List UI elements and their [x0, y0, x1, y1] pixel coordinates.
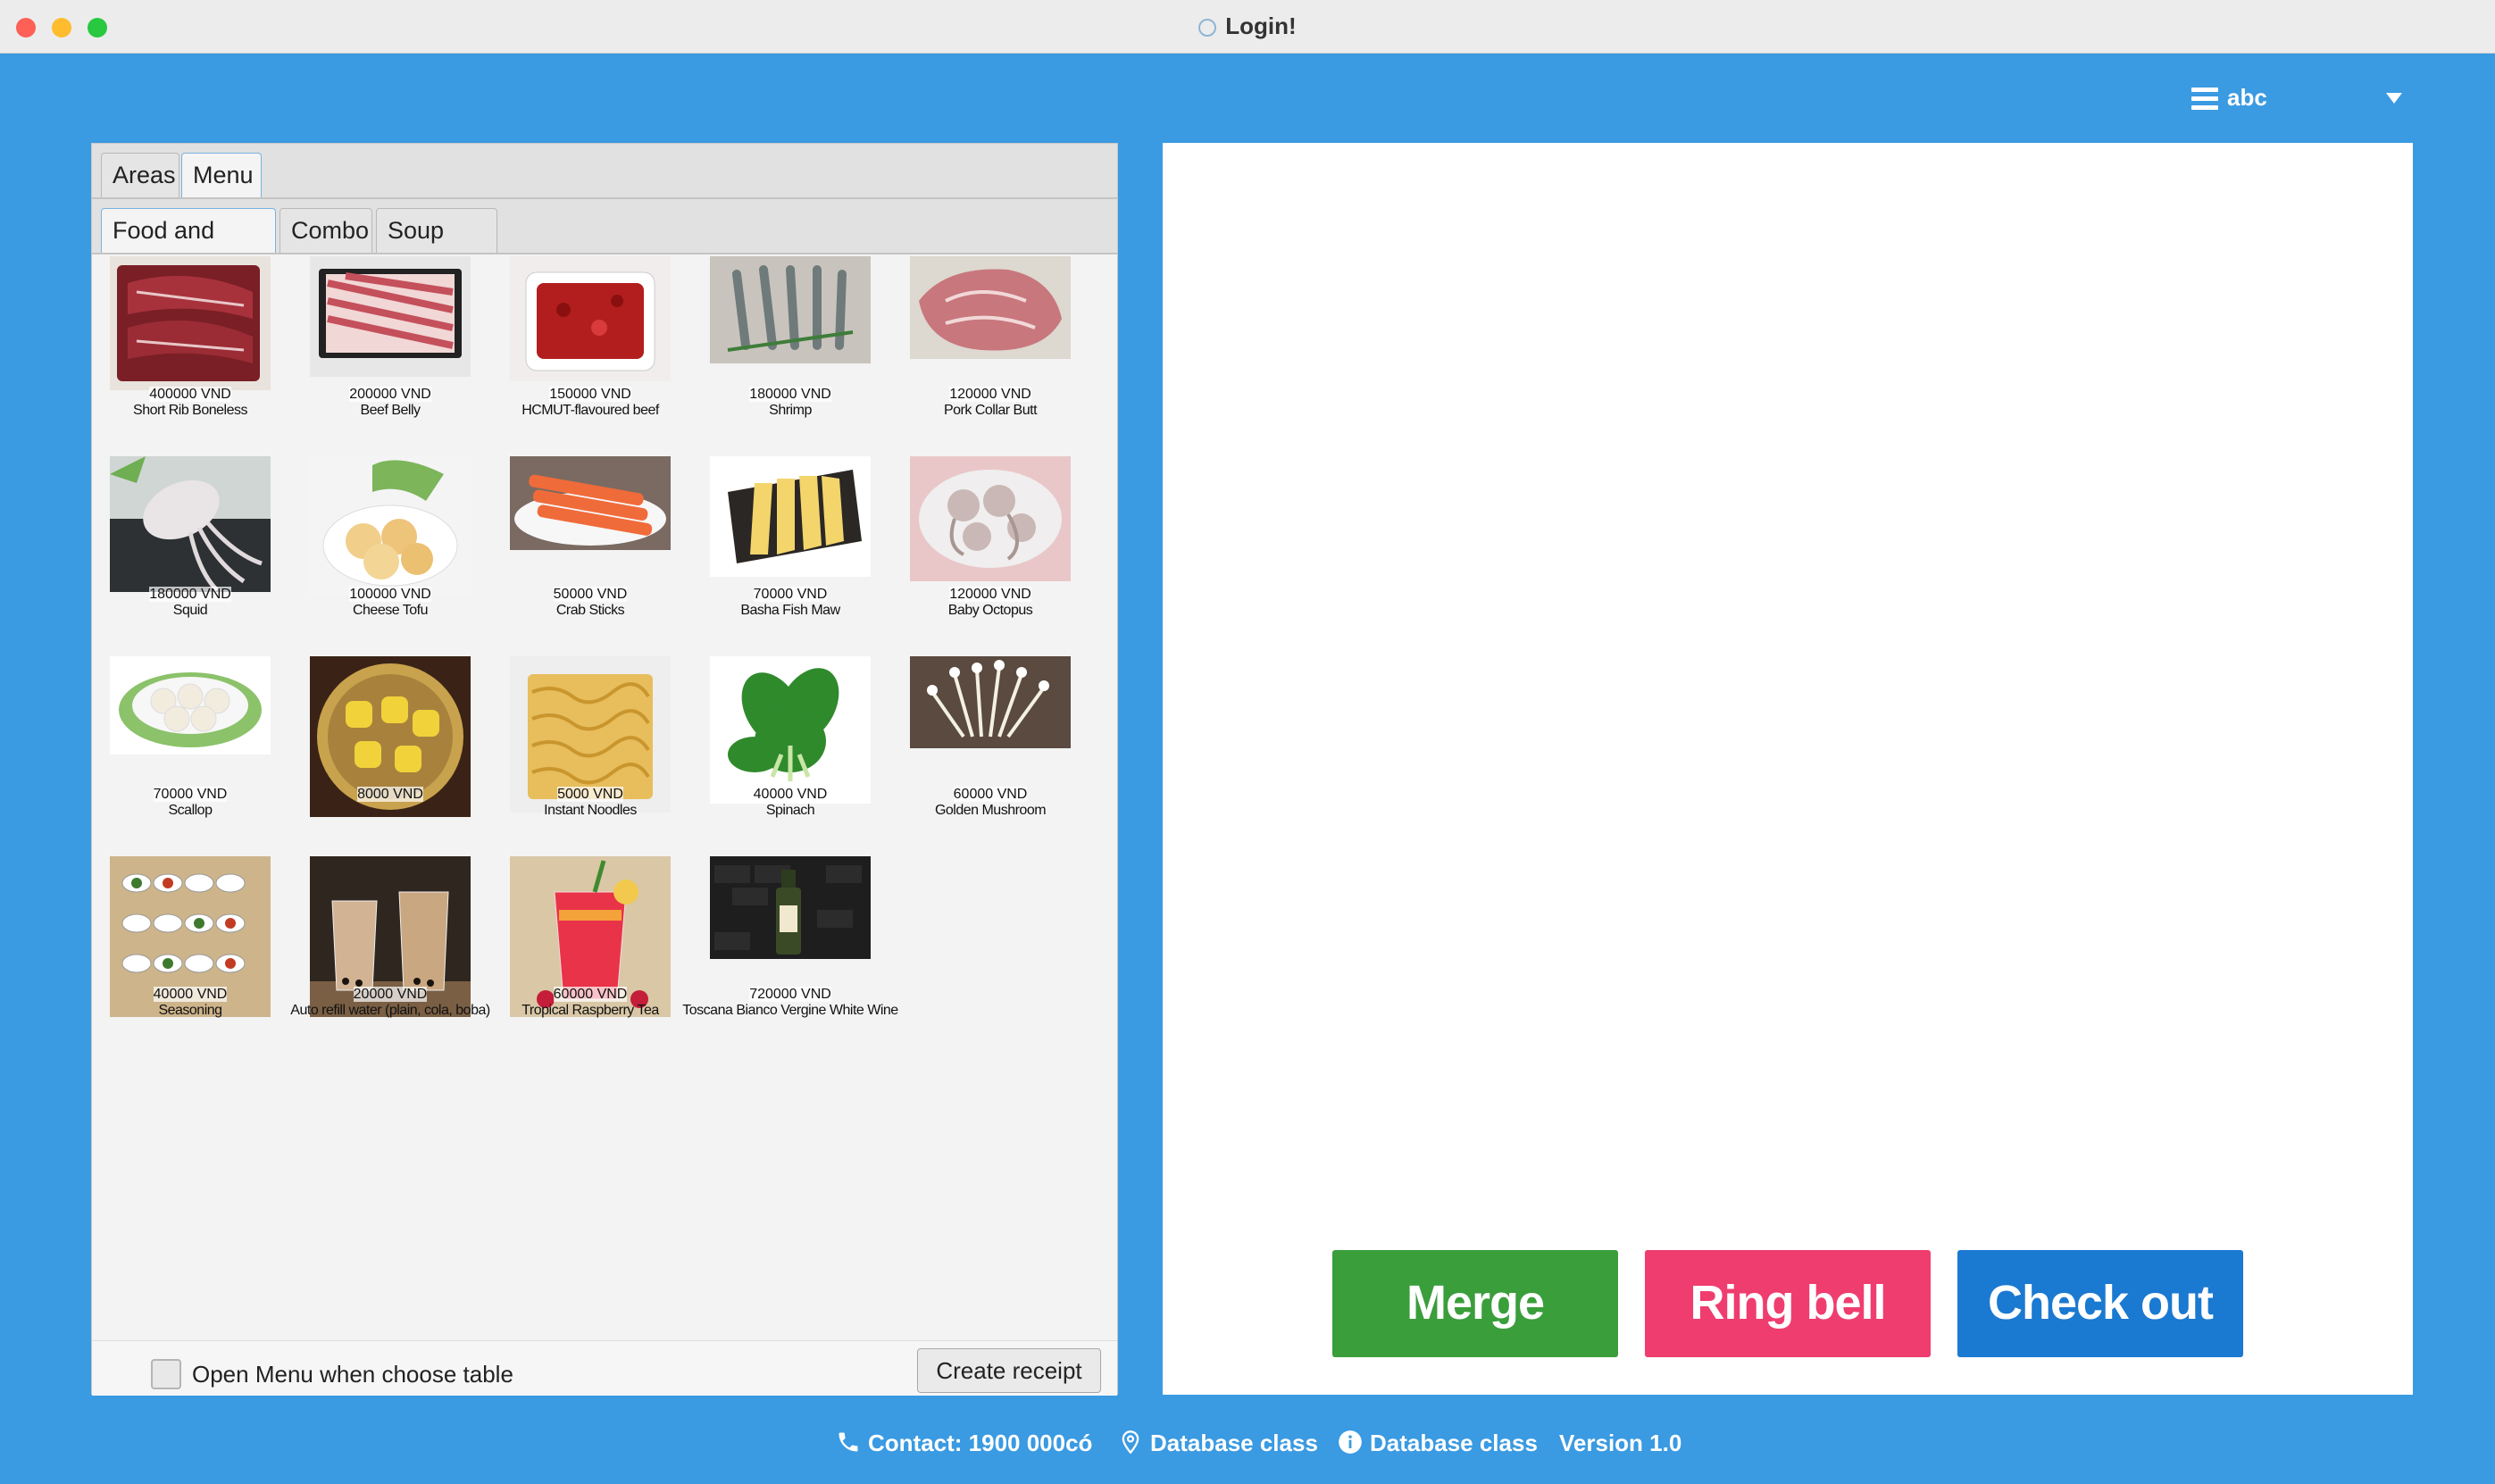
order-panel: Merge Ring bell Check out [1163, 143, 2413, 1395]
create-receipt-button[interactable]: Create receipt [917, 1348, 1101, 1393]
open-menu-checkbox[interactable] [151, 1359, 181, 1389]
menu-category-tabs: Food and Drink Combo Soup base [92, 199, 1117, 287]
item-price: 120000 VND [949, 387, 1031, 402]
menu-item[interactable]: 70000 VND Scallop [92, 656, 288, 818]
item-price: 120000 VND [949, 587, 1031, 602]
item-price: 400000 VND [149, 387, 231, 402]
main-tabs: Areas Menu [92, 144, 1117, 199]
tab-soup-base[interactable]: Soup base [376, 208, 497, 287]
item-name: Seasoning [158, 1003, 222, 1018]
contact-text: Contact: 1900 000có [868, 1430, 1093, 1456]
item-price: 20000 VND [353, 987, 428, 1002]
tab-areas[interactable]: Areas [101, 153, 179, 197]
menu-item[interactable]: 5000 VND Instant Noodles [492, 656, 688, 818]
menu-item[interactable]: 180000 VND Squid [92, 456, 288, 618]
window-title: Login! [0, 13, 2495, 40]
item-name: Beef Belly [360, 403, 421, 418]
item-price: 200000 VND [349, 387, 431, 402]
item-name: HCMUT-flavoured beef [522, 403, 659, 418]
tab-menu[interactable]: Menu [181, 153, 262, 197]
menu-item[interactable]: 8000 VND [292, 656, 488, 817]
chevron-down-icon [2386, 93, 2402, 104]
item-name: Golden Mushroom [934, 803, 1047, 818]
menu-item[interactable]: 200000 VND Beef Belly [292, 256, 488, 418]
item-price: 8000 VND [357, 787, 423, 802]
menu-item[interactable]: 150000 VND HCMUT-flavoured beef [492, 256, 688, 418]
menu-panel-footer: Open Menu when choose table Create recei… [92, 1340, 1117, 1396]
item-price: 60000 VND [953, 787, 1028, 802]
menu-icon [2191, 88, 2218, 111]
menu-item[interactable]: 120000 VND Pork Collar Butt [892, 256, 1089, 418]
item-name: Toscana Bianco Vergine White Wine [682, 1003, 898, 1018]
item-name: Basha Fish Maw [740, 603, 840, 618]
app-icon [1198, 19, 1217, 37]
app-area: abc Areas Menu Food and Drink Combo Soup… [0, 54, 2495, 1484]
item-price: 150000 VND [549, 387, 631, 402]
item-name: Pork Collar Butt [943, 403, 1038, 418]
item-name: Short Rib Boneless [133, 403, 247, 418]
item-name: Squid [172, 603, 208, 618]
phone-icon [839, 1432, 858, 1452]
ring-bell-button[interactable]: Ring bell [1645, 1250, 1931, 1357]
item-name: Scallop [168, 803, 213, 818]
menu-item[interactable]: 720000 VND Toscana Bianco Vergine White … [682, 856, 898, 1018]
menu-item[interactable]: 50000 VND Crab Sticks [492, 456, 688, 618]
open-menu-label: Open Menu when choose table [192, 1361, 513, 1388]
location-info: Database class [1118, 1430, 1318, 1457]
item-price: 5000 VND [557, 787, 623, 802]
merge-button[interactable]: Merge [1332, 1250, 1618, 1357]
menu-item[interactable]: 20000 VND Auto refill water (plain, cola… [290, 856, 490, 1018]
menu-item[interactable]: 400000 VND Short Rib Boneless [92, 256, 288, 418]
item-price: 180000 VND [749, 387, 831, 402]
window-titlebar: Login! [0, 0, 2495, 54]
tab-food-and-drink[interactable]: Food and Drink [101, 208, 276, 287]
item-name: Instant Noodles [544, 803, 637, 818]
about-info: Database class [1338, 1430, 1538, 1457]
item-name: Tropical Raspberry Tea [522, 1003, 659, 1018]
item-name: Baby Octopus [947, 603, 1033, 618]
window-title-text: Login! [1225, 13, 1297, 39]
status-footer: Contact: 1900 000có Database class Datab… [0, 1424, 2495, 1460]
item-price: 40000 VND [753, 787, 828, 802]
menu-item[interactable]: 120000 VND Baby Octopus [892, 456, 1089, 618]
menu-item[interactable]: 70000 VND Basha Fish Maw [692, 456, 889, 618]
contact-info: Contact: 1900 000có [836, 1430, 1092, 1457]
item-name: Crab Sticks [555, 603, 625, 618]
item-name: Spinach [765, 803, 815, 818]
location-text: Database class [1150, 1430, 1318, 1456]
menu-item[interactable]: 40000 VND Seasoning [92, 856, 288, 1018]
tab-combo[interactable]: Combo [280, 208, 372, 253]
info-icon [1339, 1430, 1362, 1454]
item-price: 720000 VND [749, 987, 831, 1002]
item-price: 180000 VND [149, 587, 231, 602]
menu-panel: Areas Menu Food and Drink Combo Soup bas… [91, 143, 1118, 1396]
menu-item[interactable]: 100000 VND Cheese Tofu [292, 456, 488, 618]
about-text: Database class [1370, 1430, 1538, 1456]
item-price: 70000 VND [753, 587, 828, 602]
item-price: 40000 VND [153, 987, 228, 1002]
menu-item[interactable]: 180000 VND Shrimp [692, 256, 889, 418]
item-name: Auto refill water (plain, cola, boba) [290, 1003, 490, 1018]
item-price: 60000 VND [553, 987, 628, 1002]
item-price: 100000 VND [349, 587, 431, 602]
user-menu[interactable]: abc [2191, 82, 2406, 118]
item-name: Shrimp [769, 403, 812, 418]
check-out-button[interactable]: Check out [1957, 1250, 2243, 1357]
menu-item[interactable]: 60000 VND Golden Mushroom [892, 656, 1089, 818]
item-price: 70000 VND [153, 787, 228, 802]
item-price: 50000 VND [553, 587, 628, 602]
version-text: Version 1.0 [1559, 1430, 1682, 1456]
item-name: Cheese Tofu [352, 603, 429, 618]
menu-item[interactable]: 40000 VND Spinach [692, 656, 889, 818]
menu-item[interactable]: 60000 VND Tropical Raspberry Tea [492, 856, 688, 1018]
location-pin-icon [1122, 1430, 1139, 1455]
user-name: abc [2227, 84, 2267, 111]
